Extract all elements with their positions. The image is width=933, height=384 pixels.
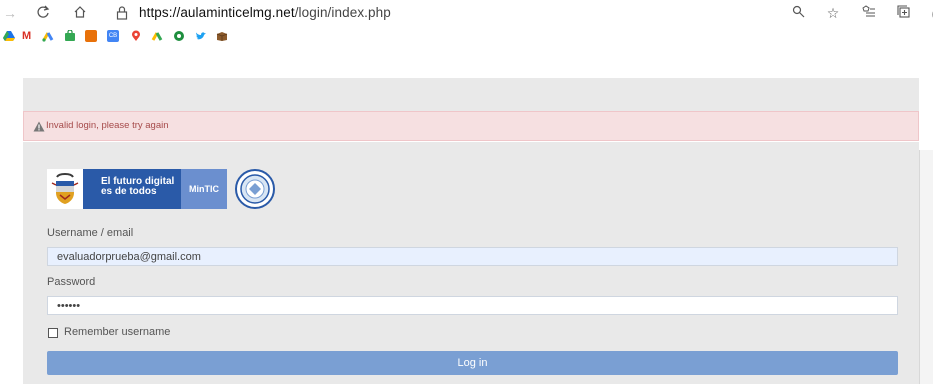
google-ads-2-icon[interactable] (151, 30, 163, 42)
bookmarks-bar: M CB (0, 26, 933, 48)
google-maps-icon[interactable] (130, 30, 142, 42)
google-drive-icon[interactable] (3, 30, 15, 42)
zoho-icon[interactable] (85, 30, 97, 42)
password-input[interactable]: •••••• (47, 296, 898, 315)
twitter-icon[interactable] (195, 30, 207, 42)
favorites-list-icon[interactable] (861, 5, 877, 21)
page-header (23, 78, 919, 111)
url-path: /login/index.php (294, 5, 391, 20)
lock-icon[interactable] (115, 5, 129, 21)
home-icon[interactable] (72, 5, 88, 21)
gmail-icon[interactable]: M (22, 30, 34, 42)
collections-icon[interactable] (896, 5, 912, 21)
url-host: https://aulaminticelmg.net (139, 5, 295, 20)
google-ads-icon[interactable] (42, 30, 54, 42)
mintic-slogan: El futuro digital es de todos (83, 169, 181, 209)
logos-banner: El futuro digital es de todos MinTIC (47, 169, 279, 209)
alert-message: Invalid login, please try again (46, 120, 169, 131)
remember-username-label[interactable]: Remember username (64, 326, 170, 338)
address-bar[interactable]: https://aulaminticelmg.net/login/index.p… (139, 5, 391, 20)
password-label: Password (47, 276, 96, 288)
box-icon[interactable] (216, 30, 228, 42)
mintic-brand: MinTIC (181, 169, 227, 209)
favorite-star-icon[interactable]: ☆ (825, 5, 841, 21)
institution-seal-logo (233, 169, 277, 209)
login-button[interactable]: Log in (47, 351, 898, 375)
remember-username-checkbox[interactable] (48, 328, 58, 338)
warning-icon (33, 121, 45, 132)
zoom-icon[interactable] (791, 5, 807, 21)
browser-toolbar: → https://aulaminticelmg.net/login/index… (0, 0, 933, 26)
mintic-brand-label: MinTIC (189, 184, 219, 194)
google-shopping-icon[interactable] (64, 30, 76, 42)
refresh-icon[interactable] (35, 5, 51, 21)
username-input[interactable]: evaluadorprueba@gmail.com (47, 247, 898, 266)
username-label: Username / email (47, 227, 134, 239)
login-error-alert: Invalid login, please try again (23, 111, 919, 141)
forward-arrow-icon[interactable]: → (2, 5, 18, 21)
ce-icon[interactable]: CB (107, 30, 119, 42)
scrollbar-track[interactable] (919, 150, 933, 384)
more-icon[interactable]: ( (926, 5, 933, 21)
quick-icon[interactable] (173, 30, 185, 42)
slogan-line-2: es de todos (101, 186, 157, 197)
mintic-logo: El futuro digital es de todos MinTIC (83, 169, 227, 209)
colombia-shield-logo (47, 169, 83, 209)
